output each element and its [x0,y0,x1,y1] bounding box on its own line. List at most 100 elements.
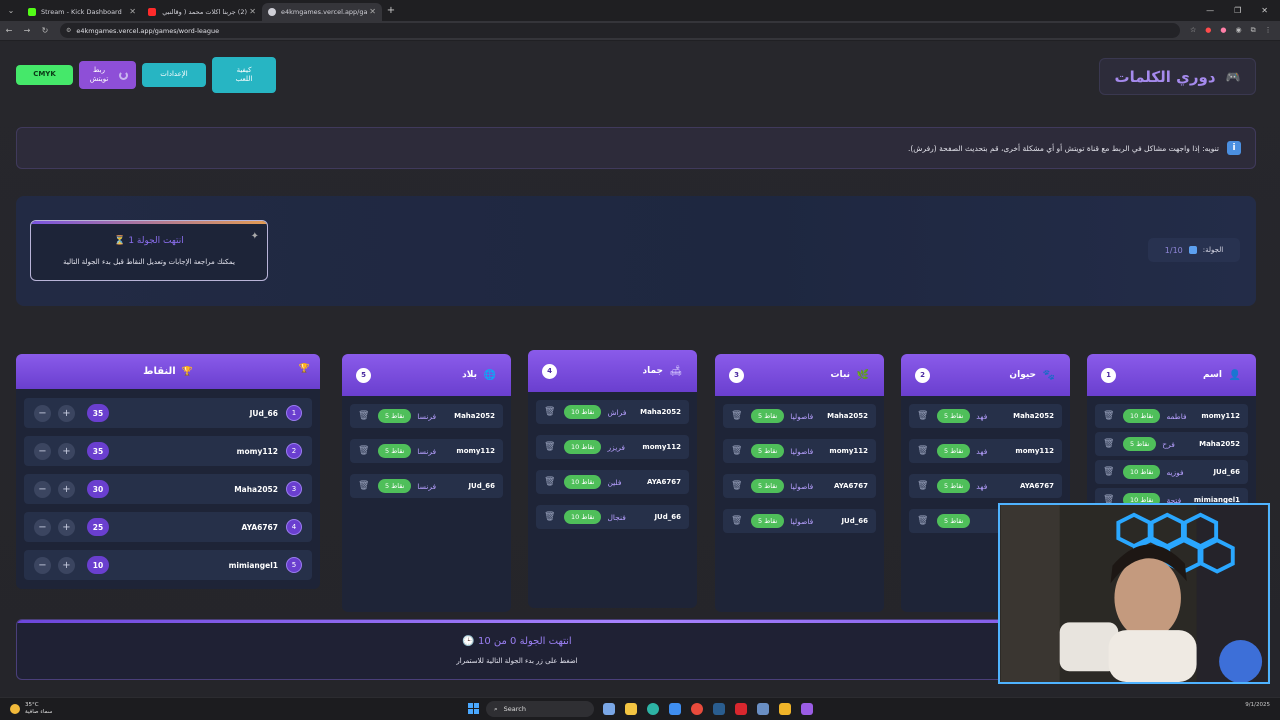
weather-widget[interactable]: 35°C سماء صافية [0,702,52,715]
close-tab-icon[interactable]: ✕ [369,7,376,16]
delete-answer-icon[interactable]: 🗑 [731,411,742,421]
delete-answer-icon[interactable]: 🗑 [917,446,928,456]
tab-word-league[interactable]: e4kmgames.vercel.app/games/... ✕ [262,2,382,21]
increase-score-button[interactable]: + [58,404,75,422]
extension-icon[interactable]: ● [1205,26,1211,35]
settings-button[interactable]: الإعدادات [142,63,206,87]
delete-answer-icon[interactable]: 🗑 [731,446,742,456]
increase-score-button[interactable]: + [58,442,75,460]
decrease-score-button[interactable]: − [34,442,51,460]
score-row: − +10 mimiangel1 5 [24,550,312,580]
bookmark-star-icon[interactable]: ☆ [1190,26,1196,35]
decrease-score-button[interactable]: − [34,404,51,422]
points-badge[interactable]: 10 نقاط [1123,409,1161,423]
category-column: 5 بلاد 🌐 🗑 5 نقاط فرنسا Maha2052 🗑 5 نقاط فرنسا mo… [342,354,511,612]
points-badge[interactable]: 5 نقاط [1123,437,1157,451]
scoreboard-header: النقاط 🏆 🏆 [16,354,320,389]
twitch-connect-button[interactable]: ربط تويتش [79,61,136,89]
delete-answer-icon[interactable]: 🗑 [1103,439,1114,449]
notice-banner: تنويه: إذا واجهت مشاكل في الربط مع قناة … [16,127,1256,169]
points-badge[interactable]: 5 نقاط [751,514,785,528]
how-to-play-label: كيفية اللعب [235,65,253,83]
tab-youtube-video[interactable]: (2) جربنا اكلات محمد ( وقالنبي ج... ✕ [142,3,262,21]
points-badge[interactable]: 5 نقاط [937,409,971,423]
app-logo: دوري الكلمات 🎮 [1099,58,1256,95]
delete-answer-icon[interactable]: 🗑 [544,512,555,522]
file-explorer-icon[interactable] [625,703,637,715]
answer-row: 🗑 10 نقاط فريزر momy112 [536,435,689,459]
forward-icon[interactable]: → [18,26,36,35]
points-badge[interactable]: 5 نقاط [378,479,412,493]
answer-row: 🗑 5 نقاط فاصوليا JUd_66 [723,509,876,533]
delete-answer-icon[interactable]: 🗑 [1103,467,1114,477]
cmyk-button[interactable]: CMYK [16,65,73,85]
reload-icon[interactable]: ↻ [36,26,54,35]
app-icon[interactable] [779,703,791,715]
points-badge[interactable]: 10 نقاط [564,440,602,454]
profile-icon[interactable]: ◉ [1236,26,1242,35]
close-tab-icon[interactable]: ✕ [129,7,136,16]
close-tab-icon[interactable]: ✕ [249,7,256,16]
delete-answer-icon[interactable]: 🗑 [917,481,928,491]
delete-answer-icon[interactable]: 🗑 [358,481,369,491]
taskbar-search[interactable]: ⌕ Search [486,701,594,717]
points-badge[interactable]: 5 نقاط [937,479,971,493]
delete-answer-icon[interactable]: 🗑 [731,481,742,491]
task-view-icon[interactable] [603,703,615,715]
delete-answer-icon[interactable]: 🗑 [544,477,555,487]
site-info-icon[interactable]: ⚙ [66,27,71,34]
tab-search-icon[interactable]: ⌄ [0,6,22,15]
decrease-score-button[interactable]: − [34,480,51,498]
app-icon[interactable] [801,703,813,715]
tab-kick-dashboard[interactable]: Stream - Kick Dashboard ✕ [22,3,142,21]
new-tab-icon[interactable]: + [382,5,400,16]
mega-icon[interactable] [735,703,747,715]
minimize-icon[interactable]: — [1206,6,1214,15]
delete-answer-icon[interactable]: 🗑 [544,407,555,417]
player-name: mimiangel1 [228,560,278,570]
notice-text: تنويه: إذا واجهت مشاكل في الربط مع قناة … [907,143,1219,153]
system-tray[interactable]: 9/1/2025 [1245,702,1270,709]
decrease-score-button[interactable]: − [34,518,51,536]
points-badge[interactable]: 5 نقاط [378,444,412,458]
points-badge[interactable]: 5 نقاط [378,409,412,423]
menu-dots-icon[interactable]: ⋮ [1265,26,1272,35]
increase-score-button[interactable]: + [58,518,75,536]
increase-score-button[interactable]: + [58,556,75,574]
edge-icon[interactable] [647,703,659,715]
store-icon[interactable] [669,703,681,715]
url-field[interactable]: ⚙ e4kmgames.vercel.app/games/word-league [60,23,1180,38]
delete-answer-icon[interactable]: 🗑 [731,516,742,526]
globe-icon: 🌐 [483,369,497,381]
points-badge[interactable]: 5 نقاط [751,479,785,493]
score-row: − +30 Maha2052 3 [24,474,312,504]
delete-answer-icon[interactable]: 🗑 [358,446,369,456]
extension-icon[interactable]: ● [1220,26,1226,35]
decrease-score-button[interactable]: − [34,556,51,574]
close-window-icon[interactable]: ✕ [1261,6,1268,15]
points-badge[interactable]: 10 نقاط [564,405,602,419]
points-badge[interactable]: 5 نقاط [937,444,971,458]
start-windows-icon[interactable] [468,703,480,715]
increase-score-button[interactable]: + [58,480,75,498]
points-badge[interactable]: 10 نقاط [564,475,602,489]
delete-answer-icon[interactable]: 🗑 [917,411,928,421]
back-icon[interactable]: ← [0,26,18,35]
points-badge[interactable]: 5 نقاط [937,514,971,528]
points-badge[interactable]: 5 نقاط [751,444,785,458]
delete-answer-icon[interactable]: 🗑 [358,411,369,421]
points-badge[interactable]: 5 نقاط [751,409,785,423]
delete-answer-icon[interactable]: 🗑 [1103,411,1114,421]
delete-answer-icon[interactable]: 🗑 [544,442,555,452]
how-to-play-button[interactable]: كيفية اللعب [212,57,276,93]
chrome-icon[interactable] [691,703,703,715]
points-badge[interactable]: 10 نقاط [564,510,602,524]
answer-word: فريزر [607,442,626,452]
points-badge[interactable]: 10 نقاط [1123,465,1161,479]
sun-icon [10,704,20,714]
extensions-puzzle-icon[interactable]: ⧉ [1251,26,1256,35]
delete-answer-icon[interactable]: 🗑 [917,516,928,526]
maximize-icon[interactable]: ❐ [1234,6,1241,15]
steam-icon[interactable] [713,703,725,715]
app-icon[interactable] [757,703,769,715]
